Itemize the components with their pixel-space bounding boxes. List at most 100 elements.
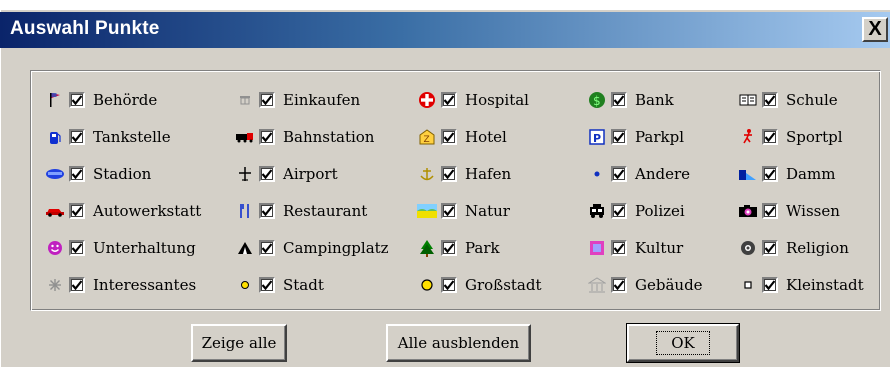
point-item-bank[interactable]: $ Bank [587,88,674,112]
show-all-button[interactable]: Zeige alle [191,324,287,362]
point-item-schule[interactable]: Schule [738,88,838,112]
checkbox-label[interactable]: Airport [283,165,338,183]
point-item-autowerkstatt[interactable]: Autowerkstatt [45,199,201,223]
checkbox-campingplatz[interactable] [259,240,275,256]
checkbox-polizei[interactable] [611,203,627,219]
point-item-hotel[interactable]: Z Hotel [417,125,507,149]
point-item-religion[interactable]: Religion [738,236,849,260]
checkbox-label[interactable]: Restaurant [283,202,367,220]
checkbox-label[interactable]: Behörde [93,91,157,109]
checkbox-behörde[interactable] [69,92,85,108]
checkbox-label[interactable]: Damm [786,165,835,183]
checkbox-hafen[interactable] [441,166,457,182]
title-bar[interactable]: Auswahl Punkte X [0,12,890,48]
checkbox-bahnstation[interactable] [259,129,275,145]
checkbox-stadion[interactable] [69,166,85,182]
checkbox-bank[interactable] [611,92,627,108]
checkbox-label[interactable]: Natur [465,202,510,220]
checkbox-label[interactable]: Einkaufen [283,91,360,109]
point-item-unterhaltung[interactable]: Unterhaltung [45,236,196,260]
checkbox-schule[interactable] [762,92,778,108]
checkbox-label[interactable]: Wissen [786,202,840,220]
point-item-airport[interactable]: Airport [235,162,338,186]
point-item-parkpl[interactable]: P Parkpl [587,125,684,149]
checkbox-label[interactable]: Schule [786,91,838,109]
checkbox-label[interactable]: Großstadt [465,276,542,294]
checkbox-label[interactable]: Hafen [465,165,511,183]
checkbox-label[interactable]: Interessantes [93,276,196,294]
close-button[interactable]: X [862,17,888,42]
point-item-tankstelle[interactable]: Tankstelle [45,125,171,149]
checkbox-label[interactable]: Kleinstadt [786,276,864,294]
culture-icon [587,238,607,258]
checkbox-kleinstadt[interactable] [762,277,778,293]
red-cross-icon [417,90,437,110]
checkbox-label[interactable]: Religion [786,239,849,257]
point-item-kleinstadt[interactable]: Kleinstadt [738,273,864,297]
point-item-behörde[interactable]: Behörde [45,88,157,112]
checkbox-label[interactable]: Kultur [635,239,683,257]
checkbox-park[interactable] [441,240,457,256]
checkbox-stadt[interactable] [259,277,275,293]
point-item-park[interactable]: Park [417,236,500,260]
checkbox-hotel[interactable] [441,129,457,145]
yellow-circle-icon [417,275,437,295]
point-item-bahnstation[interactable]: Bahnstation [235,125,374,149]
point-item-damm[interactable]: Damm [738,162,835,186]
point-item-hospital[interactable]: Hospital [417,88,529,112]
point-item-interessantes[interactable]: Interessantes [45,273,196,297]
point-item-sportpl[interactable]: Sportpl [738,125,843,149]
point-item-großstadt[interactable]: Großstadt [417,273,542,297]
checkbox-natur[interactable] [441,203,457,219]
checkbox-label[interactable]: Autowerkstatt [93,202,201,220]
hide-all-button[interactable]: Alle ausblenden [386,324,531,362]
point-item-wissen[interactable]: Wissen [738,199,840,223]
checkbox-label[interactable]: Andere [635,165,690,183]
checkbox-autowerkstatt[interactable] [69,203,85,219]
checkbox-religion[interactable] [762,240,778,256]
checkbox-label[interactable]: Parkpl [635,128,684,146]
point-item-natur[interactable]: Natur [417,199,510,223]
checkbox-label[interactable]: Hospital [465,91,529,109]
checkbox-label[interactable]: Tankstelle [93,128,171,146]
checkbox-label[interactable]: Park [465,239,500,257]
ok-button[interactable]: OK [626,323,740,363]
checkbox-label[interactable]: Hotel [465,128,507,146]
checkbox-label[interactable]: Bank [635,91,674,109]
checkbox-einkaufen[interactable] [259,92,275,108]
point-item-polizei[interactable]: Polizei [587,199,685,223]
point-item-stadt[interactable]: Stadt [235,273,324,297]
cutlery-icon [235,201,255,221]
checkbox-sportpl[interactable] [762,129,778,145]
checkbox-wissen[interactable] [762,203,778,219]
checkbox-unterhaltung[interactable] [69,240,85,256]
point-item-kultur[interactable]: Kultur [587,236,683,260]
point-item-stadion[interactable]: Stadion [45,162,151,186]
point-item-hafen[interactable]: Hafen [417,162,511,186]
checkbox-label[interactable]: Polizei [635,202,685,220]
point-item-andere[interactable]: Andere [587,162,690,186]
point-item-gebäude[interactable]: Gebäude [587,273,703,297]
checkbox-damm[interactable] [762,166,778,182]
checkbox-großstadt[interactable] [441,277,457,293]
checkbox-tankstelle[interactable] [69,129,85,145]
checkbox-label[interactable]: Stadt [283,276,324,294]
checkbox-label[interactable]: Campingplatz [283,239,389,257]
checkbox-label[interactable]: Bahnstation [283,128,374,146]
checkbox-label[interactable]: Gebäude [635,276,703,294]
checkbox-andere[interactable] [611,166,627,182]
checkbox-label[interactable]: Unterhaltung [93,239,196,257]
point-item-einkaufen[interactable]: Einkaufen [235,88,360,112]
flag-icon [45,90,65,110]
checkbox-label[interactable]: Stadion [93,165,151,183]
checkbox-interessantes[interactable] [69,277,85,293]
checkbox-parkpl[interactable] [611,129,627,145]
point-item-campingplatz[interactable]: Campingplatz [235,236,389,260]
checkbox-gebäude[interactable] [611,277,627,293]
checkbox-airport[interactable] [259,166,275,182]
checkbox-kultur[interactable] [611,240,627,256]
checkbox-label[interactable]: Sportpl [786,128,843,146]
point-item-restaurant[interactable]: Restaurant [235,199,367,223]
checkbox-restaurant[interactable] [259,203,275,219]
checkbox-hospital[interactable] [441,92,457,108]
